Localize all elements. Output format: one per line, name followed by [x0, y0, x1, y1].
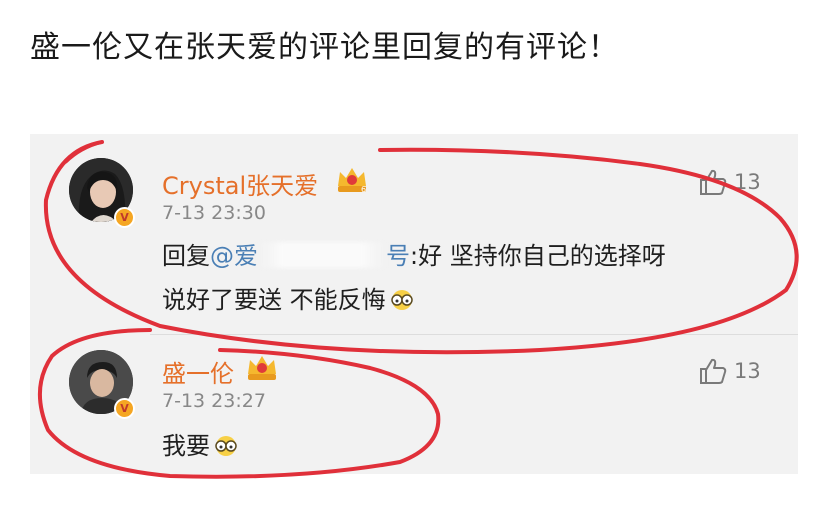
thumbs-up-icon	[700, 358, 727, 384]
comment-divider	[150, 334, 798, 335]
mention-link[interactable]: @爱号	[210, 242, 410, 270]
like-button[interactable]: 13	[698, 357, 768, 387]
thumbs-up-icon	[700, 169, 727, 195]
reply-text: 我要	[162, 432, 210, 460]
svg-text:6: 6	[361, 185, 366, 194]
comment-time: 7-13 23:27	[162, 390, 266, 412]
reply-text: :好 坚持你自己的选择呀	[410, 242, 666, 270]
comment-time: 7-13 23:30	[162, 202, 266, 224]
comment-line-2: 说好了要送 不能反悔	[162, 278, 666, 322]
crown-badge-icon	[248, 356, 276, 380]
like-count: 13	[734, 359, 761, 383]
verified-badge: V	[114, 398, 135, 419]
reply-text-2: 说好了要送 不能反悔	[162, 286, 386, 314]
comment-text: 我要	[162, 424, 240, 468]
comment-username[interactable]: Crystal张天爱	[162, 166, 318, 201]
crown-badge-icon: 6	[338, 168, 366, 194]
like-count: 13	[734, 170, 761, 194]
verified-badge: V	[114, 207, 135, 228]
reply-prefix: 回复	[162, 242, 210, 270]
like-button[interactable]: 13	[698, 168, 768, 198]
redacted-name	[258, 242, 386, 268]
glasses-emoji-icon	[215, 436, 237, 456]
comment-username[interactable]: 盛一伦	[162, 354, 234, 389]
comment-text: 回复@爱 号:好 坚持你自己的选择呀 说好了要送 不能反悔	[162, 234, 666, 322]
headline: 盛一伦又在张天爱的评论里回复的有评论！	[30, 30, 619, 65]
glasses-emoji-icon	[390, 290, 413, 310]
comment-line-1: 回复@爱 号:好 坚持你自己的选择呀	[162, 234, 666, 278]
